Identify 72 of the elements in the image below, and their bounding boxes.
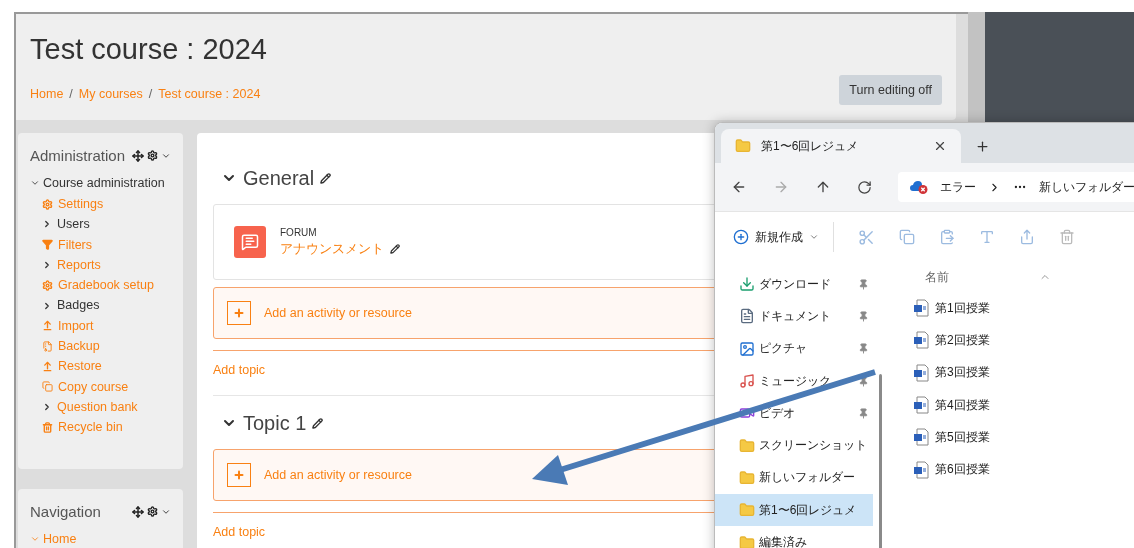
address-bar[interactable]: エラー 新しいフォルダー [898, 172, 1134, 202]
filter-icon [42, 239, 53, 251]
refresh-icon[interactable] [857, 179, 872, 195]
edit-toggle-button[interactable]: Turn editing off [839, 75, 942, 105]
new-button[interactable]: 新規作成 [733, 222, 834, 252]
forum-icon [234, 226, 266, 258]
pencil-icon[interactable] [390, 243, 400, 254]
nav-item[interactable]: 編集済み [715, 526, 873, 548]
column-header[interactable]: 名前 [925, 269, 949, 285]
tree-item[interactable]: Badges [30, 295, 171, 316]
close-icon[interactable] [933, 139, 947, 153]
word-document-icon [913, 396, 929, 415]
section-title: Topic 1 [243, 411, 307, 435]
block-title: Navigation [30, 503, 102, 520]
section-title: General [243, 166, 315, 190]
document-icon [739, 308, 755, 325]
upload-icon [42, 361, 53, 372]
address-segment[interactable]: エラー [940, 178, 976, 196]
course-title: Test course : 2024 [30, 32, 268, 67]
folder-icon [739, 469, 755, 486]
music-icon [739, 373, 755, 390]
chevron-down-icon [809, 232, 819, 242]
breadcrumb-separator: / [69, 86, 73, 101]
chevron-right-icon [42, 219, 52, 230]
download-icon [739, 276, 755, 293]
picture-icon [739, 340, 755, 357]
folder-icon [739, 534, 755, 548]
word-document-icon [913, 363, 929, 382]
move-icon[interactable] [132, 149, 144, 162]
breadcrumb-separator: / [148, 86, 153, 101]
address-segment[interactable]: 新しいフォルダー [1039, 178, 1134, 196]
move-icon[interactable] [132, 505, 144, 518]
nav-item[interactable]: ミュージック [715, 364, 873, 398]
file-item[interactable]: 第3回授業 [909, 356, 1134, 389]
file-item[interactable]: 第4回授業 [909, 388, 1134, 422]
new-tab-icon[interactable] [975, 138, 990, 154]
block-title: Administration [30, 147, 127, 164]
nav-item[interactable]: 第1〜6回レジュメ [715, 494, 873, 527]
gear-icon [42, 279, 53, 291]
plus-icon [227, 463, 251, 487]
word-document-icon [913, 428, 929, 447]
plus-icon [227, 301, 251, 325]
chevron-right-icon [42, 260, 52, 271]
back-icon[interactable] [731, 179, 747, 195]
word-document-icon [913, 460, 929, 479]
up-icon[interactable] [815, 179, 831, 195]
nav-item[interactable]: 新しいフォルダー [715, 461, 873, 495]
nav-item[interactable]: ビデオ [715, 397, 873, 430]
gear-icon [42, 198, 53, 210]
folder-icon [735, 138, 751, 154]
chevron-right-icon [42, 300, 52, 311]
settings-icon[interactable] [147, 506, 158, 517]
upload-icon [42, 320, 53, 332]
nav-item[interactable]: ドキュメント [715, 300, 873, 333]
tree-item[interactable]: Course administration [43, 176, 165, 190]
folder-icon [739, 502, 755, 519]
word-document-icon [913, 299, 929, 318]
activity-type: FORUM [280, 226, 318, 238]
folder-icon [739, 437, 755, 454]
tree-item[interactable]: Users [30, 214, 171, 235]
plus-circle-icon [733, 229, 749, 245]
cloud-error-icon [910, 180, 928, 194]
explorer-tab[interactable]: 第1〜6回レジュメ [721, 129, 961, 163]
file-icon [42, 340, 53, 352]
pencil-icon[interactable] [320, 172, 332, 184]
settings-icon[interactable] [147, 150, 158, 161]
trash-icon [42, 421, 53, 433]
chevron-right-icon [42, 402, 52, 413]
scrollbar-thumb[interactable] [878, 374, 882, 548]
word-document-icon [913, 331, 929, 350]
copy-icon [42, 381, 53, 393]
pencil-icon[interactable] [312, 417, 324, 429]
